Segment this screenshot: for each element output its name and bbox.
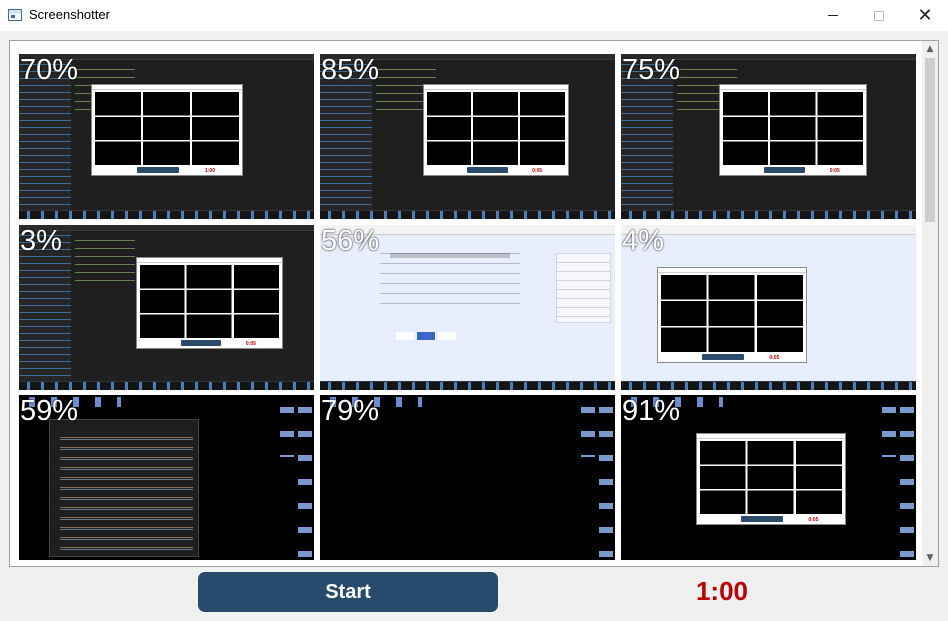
minimize-button[interactable] bbox=[810, 0, 856, 31]
screenshotter-window-thumb: 0:05 bbox=[696, 433, 846, 525]
screenshot-thumbnail[interactable]: 59% bbox=[19, 395, 314, 560]
screenshotter-window-thumb: 1:00 bbox=[91, 84, 243, 176]
thumbnail-percent-label: 4% bbox=[622, 225, 664, 257]
screenshot-thumbnail[interactable]: 0:05 75% bbox=[621, 54, 916, 219]
screenshot-thumbnail[interactable]: 0:05 4% bbox=[621, 225, 916, 390]
screenshot-thumbnail[interactable]: 56% bbox=[320, 225, 615, 390]
thumbnail-percent-label: 75% bbox=[622, 54, 681, 86]
maximize-button[interactable] bbox=[856, 0, 902, 31]
vertical-scrollbar[interactable]: ▲ ▼ bbox=[922, 41, 938, 566]
thumbnail-percent-label: 3% bbox=[20, 225, 62, 257]
screenshotter-window-thumb: 0:05 bbox=[136, 257, 283, 349]
start-button[interactable]: Start bbox=[198, 572, 498, 612]
app-window-icon bbox=[8, 9, 22, 21]
close-button[interactable]: ✕ bbox=[902, 0, 948, 31]
maximize-icon bbox=[874, 10, 884, 21]
thumbnail-percent-label: 91% bbox=[622, 395, 681, 427]
screenshot-thumbnail[interactable]: 1:00 70% bbox=[19, 54, 314, 219]
screenshot-thumbnail[interactable]: 0:05 85% bbox=[320, 54, 615, 219]
minimize-icon bbox=[828, 15, 838, 16]
close-icon: ✕ bbox=[917, 4, 933, 26]
screenshot-thumbnail[interactable]: 0:05 91% bbox=[621, 395, 916, 560]
screenshot-thumbnail[interactable]: 0:05 3% bbox=[19, 225, 314, 390]
thumbnail-percent-label: 56% bbox=[321, 225, 380, 257]
thumbnail-percent-label: 70% bbox=[20, 54, 79, 86]
scroll-up-icon[interactable]: ▲ bbox=[922, 41, 938, 57]
window-title: Screenshotter bbox=[29, 7, 110, 22]
screenshotter-window-thumb: 0:05 bbox=[423, 84, 569, 176]
scrollbar-thumb[interactable] bbox=[925, 58, 935, 222]
thumbnail-percent-label: 59% bbox=[20, 395, 79, 427]
countdown-timer: 1:00 bbox=[695, 576, 749, 606]
scroll-down-icon[interactable]: ▼ bbox=[922, 550, 938, 566]
screenshots-panel[interactable]: 1:00 70% 0:05 85% 0:05 75% 0:05 3% 56% 0… bbox=[9, 40, 939, 567]
thumbnail-percent-label: 85% bbox=[321, 54, 380, 86]
title-bar: Screenshotter ✕ bbox=[0, 0, 948, 31]
screenshotter-window-thumb: 0:05 bbox=[657, 267, 807, 363]
screenshotter-window-thumb: 0:05 bbox=[719, 84, 867, 176]
screenshot-thumbnail[interactable]: 79% bbox=[320, 395, 615, 560]
thumbnail-percent-label: 79% bbox=[321, 395, 380, 427]
